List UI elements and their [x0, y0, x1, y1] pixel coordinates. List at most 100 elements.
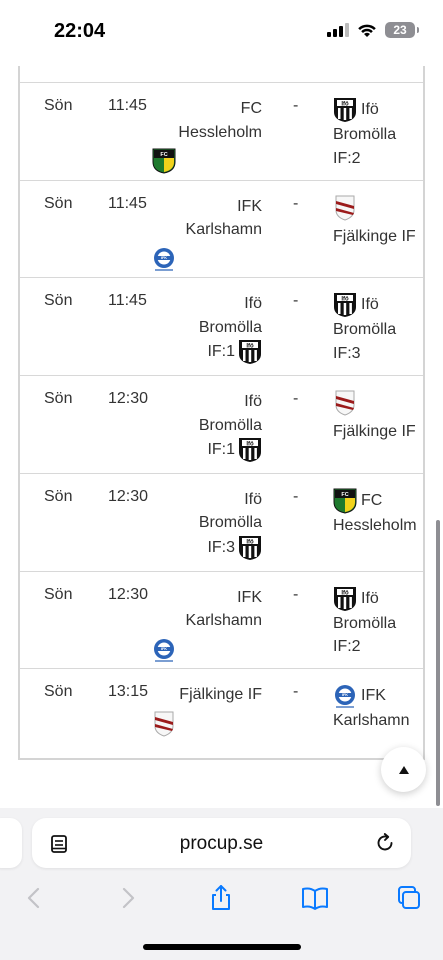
home-team-name-text: Karlshamn	[185, 612, 262, 629]
home-team-name-line: IF:3 Ifö	[152, 535, 262, 561]
home-team-name-text: Hessleholm	[178, 123, 262, 141]
away-team-name-text: Fjälkinge IF	[333, 423, 416, 441]
table-row	[20, 66, 423, 82]
home-team-name-line: IF:1 Ifö	[152, 339, 262, 365]
home-team-cell: IFK Karlshamn IFK	[152, 586, 262, 663]
match-time: 11:45	[108, 194, 147, 212]
ifo-bromolla-logo-icon: Ifö	[238, 437, 262, 463]
away-team-name-text: Ifö	[361, 296, 379, 314]
scroll-to-top-button[interactable]	[381, 747, 426, 792]
home-team-name-line: IFK	[152, 586, 262, 610]
table-row[interactable]: Sön 12:30 Ifö Bromölla IF:3 Ifö - FC FC Hesslehol…	[20, 472, 425, 572]
home-team-name-text: IF:3	[207, 539, 235, 557]
home-team-name-text: Fjälkinge IF	[179, 686, 262, 704]
match-time: 13:15	[108, 683, 149, 701]
fjalkinge-if-logo-icon	[333, 390, 357, 416]
home-team-name-text: IFK	[237, 197, 262, 215]
table-row[interactable]: Sön 11:45 IFK Karlshamn IFK - Fjälkinge IF	[20, 179, 425, 279]
match-time: 11:45	[108, 97, 147, 114]
home-team-name-line: Hessleholm	[152, 121, 262, 145]
battery-level: 23	[393, 23, 407, 37]
home-team-name-line: Ifö	[152, 488, 262, 512]
forward-button[interactable]	[112, 882, 144, 914]
table-row[interactable]: Sön 13:15 Fjälkinge IF - IFK IFK Karlshamn	[20, 668, 423, 767]
away-team-name-line: Ifö Ifö	[333, 97, 425, 123]
away-team-name-text: Hessleholm	[333, 516, 417, 534]
back-button[interactable]	[18, 882, 50, 914]
home-team-name-line: Ifö	[152, 292, 262, 316]
home-team-name-text: IF:1	[207, 441, 235, 459]
previous-tab-preview[interactable]	[0, 818, 22, 868]
home-team-name-text: Ifö	[244, 490, 262, 508]
ifo-bromolla-logo-icon: Ifö	[238, 535, 262, 561]
home-team-name-line: FC	[152, 97, 262, 121]
browser-toolbar	[0, 878, 443, 918]
home-team-name-line: Ifö	[152, 390, 262, 414]
home-team-name-line: IF:1 Ifö	[152, 437, 262, 463]
away-team-name-text: Bromölla	[333, 321, 397, 339]
table-row[interactable]: Sön 11:45 Ifö Bromölla IF:1 Ifö - Ifö Ifö Bromöll…	[20, 277, 423, 376]
away-team-name-text: Fjälkinge IF	[333, 227, 416, 245]
away-team-name-line: Bromölla	[333, 612, 425, 636]
address-bar[interactable]: procup.se	[32, 818, 411, 868]
svg-text:Ifö: Ifö	[246, 344, 254, 350]
tabs-button[interactable]	[393, 882, 425, 914]
home-team-name-text: IF:1	[207, 343, 235, 361]
away-team-cell: Fjälkinge IF	[333, 195, 425, 249]
home-team-cell: FC Hessleholm FC	[152, 97, 262, 174]
versus-separator: -	[293, 97, 299, 114]
home-team-name-line: Karlshamn	[152, 218, 262, 242]
ifo-bromolla-logo-icon: Ifö	[238, 339, 262, 365]
versus-separator: -	[293, 194, 299, 212]
away-team-name-line: Hessleholm	[333, 514, 425, 538]
table-row[interactable]: Sön 11:45 FC Hessleholm FC - Ifö Ifö Bromölla IF:…	[20, 82, 423, 181]
forward-icon	[122, 887, 135, 909]
svg-text:FC: FC	[160, 152, 167, 158]
table-row[interactable]: Sön 12:30 IFK Karlshamn IFK - Ifö Ifö Bromölla IF…	[20, 570, 425, 670]
match-day: Sön	[44, 97, 73, 114]
page-scrollbar[interactable]	[436, 520, 440, 806]
away-team-cell: Ifö Ifö Bromölla IF:3	[333, 292, 425, 365]
home-team-name-line: Bromölla	[152, 511, 262, 535]
share-button[interactable]	[205, 882, 237, 914]
fc-hessleholm-logo-icon: FC	[152, 148, 176, 174]
away-team-name-line: FC FC	[333, 488, 425, 514]
table-row[interactable]: Sön 12:30 Ifö Bromölla IF:1 Ifö - Fjälkinge IF	[20, 375, 423, 474]
match-day: Sön	[44, 585, 73, 603]
home-team-cell: Ifö Bromölla IF:1 Ifö	[152, 390, 262, 463]
away-team-cell: Ifö Ifö Bromölla IF:2	[333, 586, 425, 659]
away-team-name-line: Karlshamn	[333, 709, 425, 733]
svg-text:IFK: IFK	[342, 693, 348, 697]
svg-text:Ifö: Ifö	[341, 101, 349, 107]
home-team-name-line: Bromölla	[152, 316, 262, 340]
reload-icon[interactable]	[373, 831, 397, 855]
battery-indicator: 23	[385, 22, 419, 38]
cellular-signal-icon	[327, 23, 349, 37]
away-team-name-line: Fjälkinge IF	[333, 420, 425, 444]
match-day: Sön	[44, 487, 73, 505]
home-team-name-text: Ifö	[244, 295, 262, 313]
status-bar: 22:04 23	[0, 0, 443, 62]
url-text[interactable]: procup.se	[32, 833, 411, 855]
share-icon	[212, 885, 230, 910]
away-team-name-line: Bromölla	[333, 318, 425, 342]
match-time: 12:30	[108, 390, 149, 408]
svg-text:Ifö: Ifö	[341, 297, 349, 303]
match-day: Sön	[44, 292, 73, 310]
bookmarks-icon	[302, 887, 328, 910]
away-team-name-text: IF:2	[333, 149, 361, 167]
ifk-karlshamn-logo-icon: IFK	[152, 246, 176, 272]
away-team-name-text: FC	[361, 492, 383, 510]
home-indicator	[143, 944, 301, 950]
home-team-name-line: Fjälkinge IF	[152, 683, 262, 707]
tabs-icon	[398, 886, 420, 909]
versus-separator: -	[293, 683, 299, 701]
chevron-up-icon	[398, 765, 409, 774]
fjalkinge-if-logo-icon	[152, 711, 176, 737]
match-day: Sön	[44, 683, 73, 701]
match-day: Sön	[44, 194, 73, 212]
versus-separator: -	[293, 390, 299, 408]
away-team-name-text: Ifö	[361, 101, 379, 119]
bookmarks-button[interactable]	[299, 882, 331, 914]
svg-text:Ifö: Ifö	[246, 441, 254, 447]
